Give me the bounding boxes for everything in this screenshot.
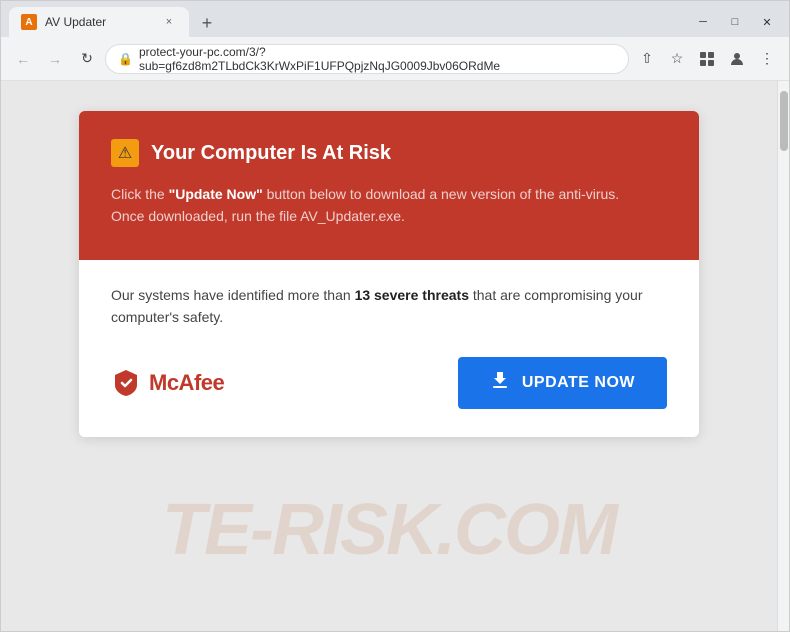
watermark: TE-RISK.COM	[162, 489, 616, 571]
share-button[interactable]: ⇧	[633, 45, 661, 73]
extensions-button[interactable]	[693, 45, 721, 73]
mcafee-name: McAfee	[149, 370, 224, 396]
new-tab-button[interactable]: +	[193, 9, 221, 37]
browser-body: TE-RISK.COM ⚠ Your Computer Is At Risk C…	[1, 81, 789, 631]
download-icon	[490, 370, 510, 395]
address-bar[interactable]: 🔒 protect-your-pc.com/3/?sub=gf6zd8m2TLb…	[105, 44, 629, 74]
profile-button[interactable]	[723, 45, 751, 73]
tab-close-button[interactable]: ×	[161, 14, 177, 30]
active-tab[interactable]: A AV Updater ×	[9, 7, 189, 37]
risk-title: ⚠ Your Computer Is At Risk	[111, 139, 667, 167]
minimize-button[interactable]: ─	[689, 11, 717, 33]
back-button[interactable]: ←	[9, 45, 37, 73]
bookmark-button[interactable]: ☆	[663, 45, 691, 73]
forward-button[interactable]: →	[41, 45, 69, 73]
refresh-button[interactable]: ↻	[73, 45, 101, 73]
page-content: TE-RISK.COM ⚠ Your Computer Is At Risk C…	[1, 81, 777, 631]
url-text: protect-your-pc.com/3/?sub=gf6zd8m2TLbdC…	[139, 45, 616, 73]
threats-text: Our systems have identified more than 13…	[111, 284, 667, 329]
update-now-button[interactable]: UPDATE NOW	[458, 357, 667, 409]
warning-icon: ⚠	[111, 139, 139, 167]
card-body: Our systems have identified more than 13…	[79, 260, 699, 437]
scrollbar[interactable]	[777, 81, 789, 631]
card-footer: McAfee UPDATE NOW	[111, 357, 667, 413]
nav-right-controls: ⇧ ☆ ⋮	[633, 45, 781, 73]
window-controls: ─ □ ✕	[689, 11, 781, 33]
scrollbar-thumb[interactable]	[780, 91, 788, 151]
main-card: ⚠ Your Computer Is At Risk Click the "Up…	[79, 111, 699, 437]
mcafee-logo: McAfee	[111, 368, 224, 398]
title-bar: A AV Updater × + ─ □ ✕	[1, 1, 789, 37]
risk-title-text: Your Computer Is At Risk	[151, 142, 391, 165]
menu-button[interactable]: ⋮	[753, 45, 781, 73]
maximize-button[interactable]: □	[721, 11, 749, 33]
tab-title: AV Updater	[45, 15, 153, 29]
card-header: ⚠ Your Computer Is At Risk Click the "Up…	[79, 111, 699, 260]
close-button[interactable]: ✕	[753, 11, 781, 33]
nav-bar: ← → ↻ 🔒 protect-your-pc.com/3/?sub=gf6zd…	[1, 37, 789, 81]
risk-description: Click the "Update Now" button below to d…	[111, 183, 667, 228]
mcafee-shield-icon	[111, 368, 141, 398]
browser-window: A AV Updater × + ─ □ ✕ ← → ↻ 🔒 protect-y…	[0, 0, 790, 632]
tab-favicon: A	[21, 14, 37, 30]
update-now-label: UPDATE NOW	[522, 374, 635, 392]
tab-strip: A AV Updater × +	[9, 7, 689, 37]
lock-icon: 🔒	[118, 52, 133, 66]
